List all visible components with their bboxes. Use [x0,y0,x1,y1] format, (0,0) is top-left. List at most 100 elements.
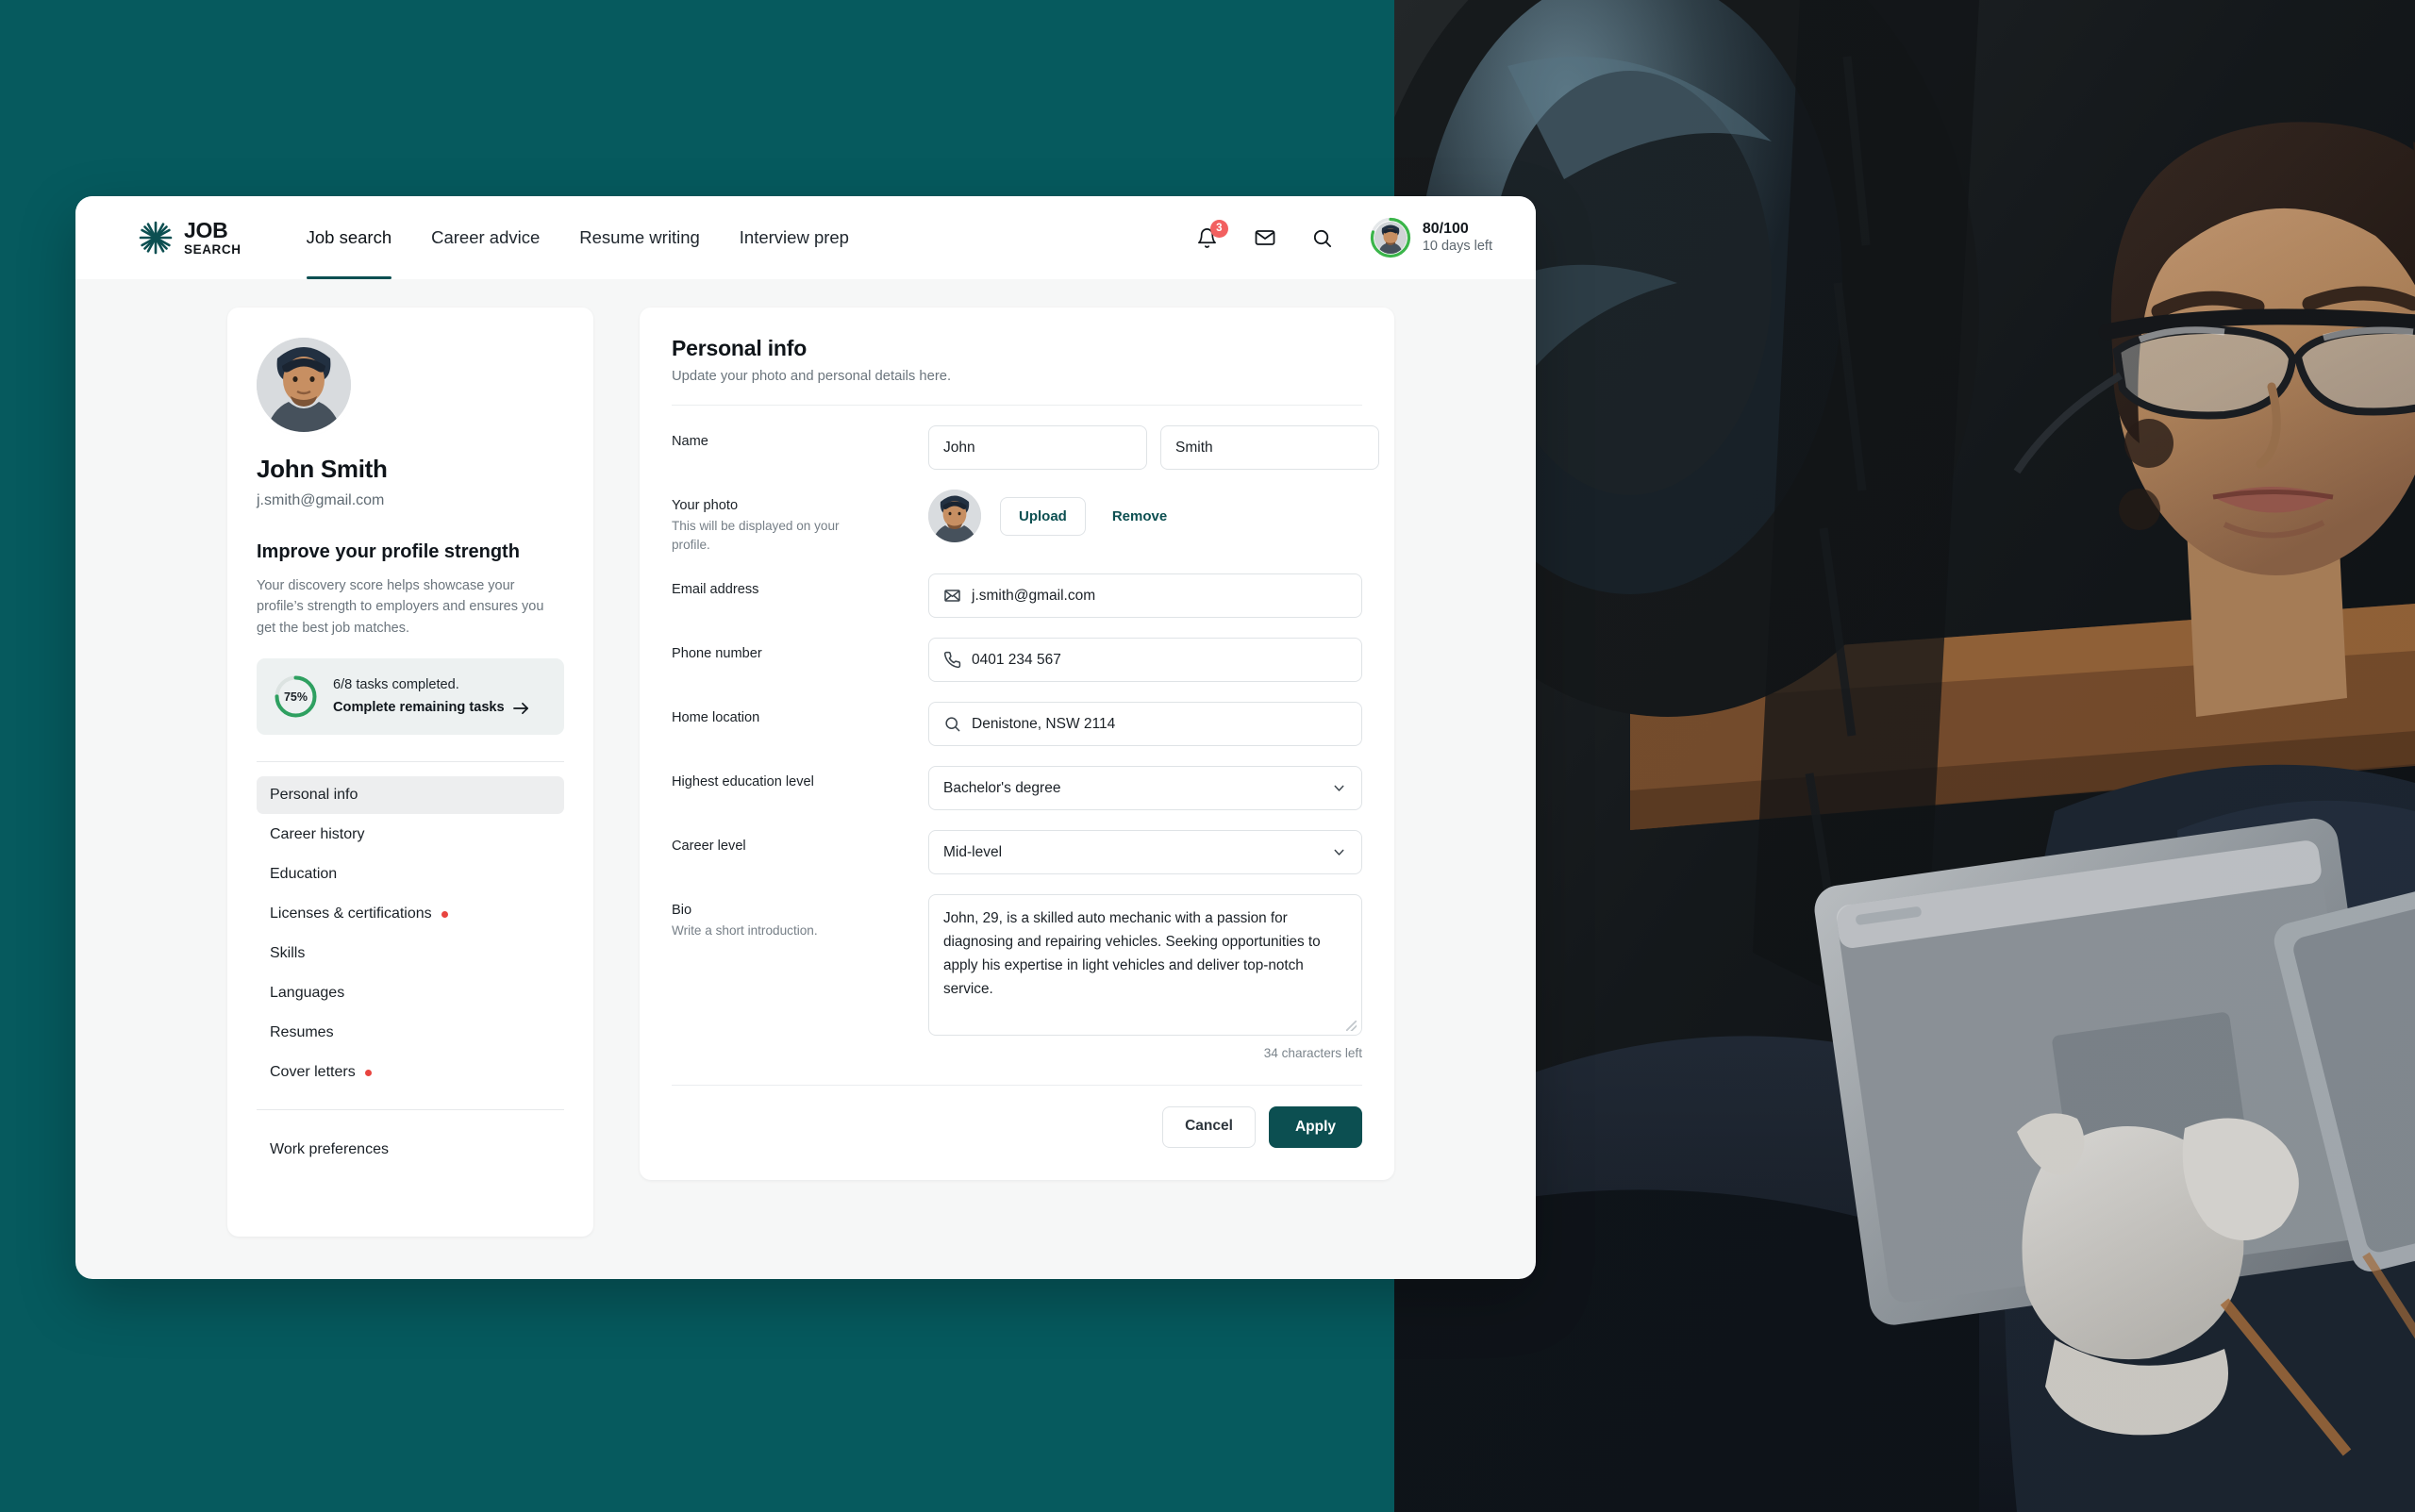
location-value: Denistone, NSW 2114 [972,715,1116,732]
arrow-right-icon [512,702,529,715]
complete-remaining-tasks-link[interactable]: Complete remaining tasks [333,698,529,719]
photo-label: Your photo [672,498,739,513]
bio-value: John, 29, is a skilled auto mechanic wit… [943,910,1321,997]
nav-item-resume-writing[interactable]: Resume writing [559,196,720,279]
career-level-select[interactable]: Mid-level [928,830,1362,875]
score-value: 80/100 [1422,221,1469,238]
envelope-icon [943,587,961,605]
remove-photo-button[interactable]: Remove [1105,498,1174,535]
sidebar-item-work-preferences[interactable]: Work preferences [257,1131,564,1169]
field-row-education: Highest education level Bachelor's degre… [672,746,1362,811]
sidebar-item-resumes[interactable]: Resumes [257,1014,564,1052]
phone-label: Phone number [672,646,762,662]
brand-logo[interactable]: JOB SEARCH [138,217,242,257]
career-level-label: Career level [672,839,746,855]
attention-dot-icon [441,910,448,918]
sidebar-divider-top [257,761,564,763]
sidebar-item-label: Work preferences [270,1141,389,1158]
phone-icon [943,651,961,669]
sidebar-item-languages[interactable]: Languages [257,974,564,1012]
top-navigation-bar: JOB SEARCH Job search Career advice Resu… [75,196,1536,279]
career-level-value: Mid-level [943,843,1003,860]
sidebar-item-skills[interactable]: Skills [257,935,564,972]
bio-character-counter: 34 characters left [1263,1046,1362,1061]
avatar[interactable] [257,338,351,432]
sidebar-item-label: Career history [270,826,365,843]
avatar [1374,222,1407,254]
resize-grip-icon[interactable] [1346,1021,1357,1032]
search-icon [943,715,961,733]
chevron-down-icon [1331,844,1347,860]
sidebar-item-personal-info[interactable]: Personal info [257,776,564,815]
sidebar-item-cover-letters[interactable]: Cover letters [257,1054,564,1091]
upload-photo-button[interactable]: Upload [1000,496,1086,536]
app-body: John Smith j.smith@gmail.com Improve you… [75,279,1536,1237]
hero-photo [1394,0,2415,1512]
nav-item-interview-prep[interactable]: Interview prep [720,196,869,279]
first-name-input[interactable]: John [928,425,1147,470]
nav-label: Job search [306,227,392,247]
tasks-progress-card[interactable]: 75% 6/8 tasks completed. Complete remain… [257,658,564,736]
photo-hint: This will be displayed on your profile. [672,519,840,552]
sidebar-divider-bottom [257,1109,564,1111]
nav-label: Resume writing [579,227,700,247]
field-row-email: Email address j.smith@gmail.com [672,554,1362,619]
field-row-name: Name John Smith [672,406,1379,470]
nav-label: Interview prep [739,227,849,247]
primary-nav: Job search Career advice Resume writing … [287,196,869,279]
profile-email: j.smith@gmail.com [257,492,385,508]
sidebar-item-education[interactable]: Education [257,856,564,893]
education-value: Bachelor's degree [943,779,1061,796]
tasks-completed-text: 6/8 tasks completed. [333,676,459,692]
page-root: JOB SEARCH Job search Career advice Resu… [0,0,2415,1512]
brand-title-search: SEARCH [184,241,242,257]
envelope-icon [1255,230,1275,245]
profile-score-widget[interactable]: 80/100 10 days left [1370,217,1492,258]
profile-strength-heading: Improve your profile strength [257,541,520,562]
profile-sidebar-card: John Smith j.smith@gmail.com Improve you… [227,307,593,1237]
field-row-photo: Your photo This will be displayed on you… [672,470,1362,554]
education-level-select[interactable]: Bachelor's degree [928,766,1362,811]
first-name-value: John [943,439,975,456]
messages-button[interactable] [1249,222,1281,254]
email-field[interactable]: j.smith@gmail.com [928,573,1362,619]
sidebar-item-label: Skills [270,945,306,962]
sidebar-item-label: Cover letters [270,1064,356,1081]
email-value: j.smith@gmail.com [972,587,1096,604]
top-bar-actions: 3 80/100 10 days left [1191,217,1492,258]
search-button[interactable] [1307,222,1339,254]
last-name-input[interactable]: Smith [1160,425,1379,470]
starburst-icon [138,220,174,256]
sidebar-item-career-history[interactable]: Career history [257,816,564,854]
bio-textarea[interactable]: John, 29, is a skilled auto mechanic wit… [928,894,1362,1037]
phone-field[interactable]: 0401 234 567 [928,638,1362,683]
hero-photo-illustration [1394,0,2415,1512]
profile-section-nav: Personal info Career history Education L… [257,775,564,1092]
personal-info-panel: Personal info Update your photo and pers… [640,307,1394,1181]
nav-label: Career advice [431,227,541,247]
email-label: Email address [672,582,759,598]
location-label: Home location [672,710,760,726]
score-progress-ring [1370,217,1411,258]
sidebar-item-label: Education [270,866,338,883]
notifications-button[interactable]: 3 [1191,220,1228,254]
profile-name: John Smith [257,455,388,483]
bio-label: Bio [672,903,692,919]
cancel-button[interactable]: Cancel [1162,1106,1256,1149]
form-actions: Cancel Apply [672,1086,1362,1149]
tasks-progress-percent: 75% [283,690,308,704]
sidebar-item-licenses-certifications[interactable]: Licenses & certifications [257,895,564,933]
sidebar-item-label: Personal info [270,787,358,804]
page-subtitle: Update your photo and personal details h… [672,369,952,384]
apply-button[interactable]: Apply [1268,1106,1362,1149]
brand-title-job: JOB [184,217,228,242]
attention-dot-icon [364,1069,372,1076]
nav-item-career-advice[interactable]: Career advice [411,196,559,279]
field-row-bio: Bio Write a short introduction. John, 29… [672,874,1362,1060]
nav-item-job-search[interactable]: Job search [287,196,412,279]
complete-remaining-tasks-label: Complete remaining tasks [333,700,505,716]
home-location-input[interactable]: Denistone, NSW 2114 [928,702,1362,747]
bio-hint: Write a short introduction. [672,923,818,939]
field-row-career-level: Career level Mid-level [672,810,1362,875]
name-label: Name [672,434,708,449]
